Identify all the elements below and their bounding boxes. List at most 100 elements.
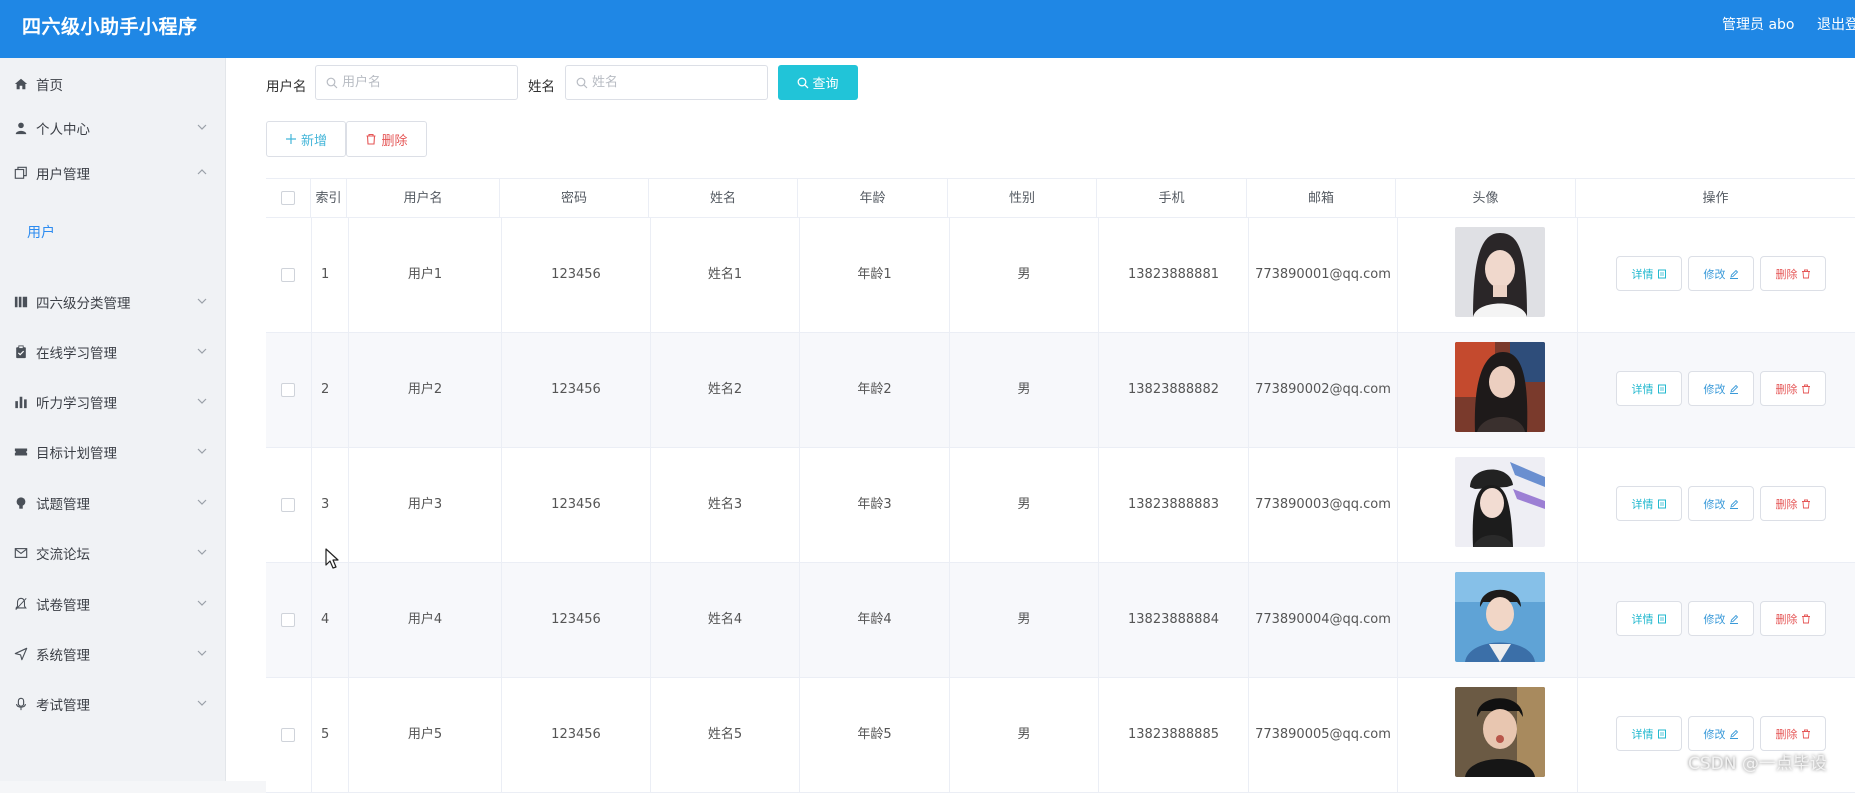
cell-username: 用户5 bbox=[349, 678, 502, 792]
detail-button[interactable]: 详情 bbox=[1616, 256, 1682, 291]
query-button[interactable]: 查询 bbox=[778, 65, 858, 100]
message-icon bbox=[13, 545, 29, 561]
cell-username: 用户2 bbox=[349, 333, 502, 447]
category-icon bbox=[13, 294, 29, 310]
username-search-box[interactable] bbox=[315, 65, 518, 100]
sidebar-item-paper-management[interactable]: 试卷管理 bbox=[0, 582, 226, 626]
pencil-icon bbox=[1729, 384, 1738, 394]
sidebar-item-question-management[interactable]: 试题管理 bbox=[0, 481, 226, 525]
row-checkbox[interactable] bbox=[281, 268, 295, 282]
detail-button[interactable]: 详情 bbox=[1616, 371, 1682, 406]
copy-icon bbox=[13, 165, 29, 181]
column-header-password: 密码 bbox=[500, 179, 649, 218]
detail-button-label: 详情 bbox=[1631, 497, 1654, 511]
sidebar-item-home[interactable]: 首页 bbox=[0, 62, 226, 106]
chevron-down-icon bbox=[197, 124, 207, 130]
row-select-cell bbox=[266, 678, 312, 792]
cell-age: 年龄3 bbox=[800, 448, 950, 562]
delete-button[interactable]: 删除 bbox=[1760, 716, 1826, 751]
cell-gender: 男 bbox=[950, 563, 1099, 677]
delete-button[interactable]: 删除 bbox=[1760, 601, 1826, 636]
sidebar-item-label: 四六级分类管理 bbox=[36, 296, 131, 312]
column-header-actions: 操作 bbox=[1702, 191, 1729, 206]
sidebar-item-goal-plan[interactable]: 目标计划管理 bbox=[0, 430, 226, 474]
trash-icon bbox=[1801, 499, 1810, 508]
avatar bbox=[1455, 227, 1545, 317]
avatar-photo-1 bbox=[1455, 227, 1545, 317]
logout-link[interactable]: 退出登 bbox=[1817, 14, 1855, 34]
delete-button[interactable]: 删除 bbox=[1760, 486, 1826, 521]
clipboard-icon bbox=[13, 344, 29, 360]
row-checkbox[interactable] bbox=[281, 498, 295, 512]
pencil-icon bbox=[1729, 729, 1738, 739]
edit-button[interactable]: 修改 bbox=[1688, 256, 1754, 291]
chevron-down-icon bbox=[197, 549, 207, 555]
top-bar: 四六级小助手小程序 管理员 abo 退出登 bbox=[0, 0, 1855, 58]
delete-button-label: 删除 bbox=[1775, 612, 1798, 626]
sidebar-item-exam-management[interactable]: 考试管理 bbox=[0, 682, 226, 726]
sidebar-item-label: 用户管理 bbox=[36, 167, 90, 183]
chevron-down-icon bbox=[197, 348, 207, 354]
avatar bbox=[1455, 342, 1545, 432]
column-header-email: 邮箱 bbox=[1247, 179, 1396, 218]
detail-button-label: 详情 bbox=[1631, 382, 1654, 396]
sidebar-subitem-users[interactable]: 用户 bbox=[27, 222, 55, 242]
cell-email: 773890004@qq.com bbox=[1249, 563, 1398, 677]
select-all-checkbox[interactable] bbox=[281, 191, 295, 205]
row-checkbox[interactable] bbox=[281, 613, 295, 627]
sidebar: 首页 个人中心 用户管理 用户 四六级分类管理 在线学习管理 听力学习管理 目标… bbox=[0, 58, 226, 781]
trash-icon bbox=[1801, 729, 1810, 738]
sidebar-item-label: 个人中心 bbox=[36, 122, 90, 138]
avatar-photo-4 bbox=[1455, 572, 1545, 662]
sidebar-item-system-management[interactable]: 系统管理 bbox=[0, 632, 226, 676]
name-search-box[interactable] bbox=[565, 65, 768, 100]
batch-delete-button[interactable]: 删除 bbox=[346, 121, 427, 157]
edit-button[interactable]: 修改 bbox=[1688, 371, 1754, 406]
column-header-avatar: 头像 bbox=[1396, 179, 1576, 218]
sidebar-item-listening-learning[interactable]: 听力学习管理 bbox=[0, 380, 226, 424]
edit-button-label: 修改 bbox=[1703, 497, 1726, 511]
sidebar-item-online-learning[interactable]: 在线学习管理 bbox=[0, 330, 226, 374]
table-row: 2 用户2 123456 姓名2 年龄2 男 13823888882 77389… bbox=[266, 333, 1855, 448]
row-select-cell bbox=[266, 218, 312, 332]
sidebar-item-personal-center[interactable]: 个人中心 bbox=[0, 106, 226, 150]
edit-button[interactable]: 修改 bbox=[1688, 486, 1754, 521]
ticket-icon bbox=[13, 444, 29, 460]
cell-email: 773890001@qq.com bbox=[1249, 218, 1398, 332]
row-checkbox[interactable] bbox=[281, 383, 295, 397]
sidebar-item-label: 试题管理 bbox=[36, 497, 90, 513]
detail-button-label: 详情 bbox=[1631, 727, 1654, 741]
detail-button[interactable]: 详情 bbox=[1616, 601, 1682, 636]
cell-phone: 13823888881 bbox=[1099, 218, 1249, 332]
row-select-cell bbox=[266, 563, 312, 677]
sidebar-item-label: 听力学习管理 bbox=[36, 396, 117, 412]
name-search-input[interactable] bbox=[592, 75, 742, 90]
app-title: 四六级小助手小程序 bbox=[22, 16, 198, 38]
chevron-down-icon bbox=[197, 398, 207, 404]
delete-button[interactable]: 删除 bbox=[1760, 371, 1826, 406]
row-select-cell bbox=[266, 448, 312, 562]
column-header-gender: 性别 bbox=[948, 179, 1097, 218]
sidebar-item-user-management[interactable]: 用户管理 bbox=[0, 151, 226, 195]
row-checkbox[interactable] bbox=[281, 728, 295, 742]
cell-username: 用户3 bbox=[349, 448, 502, 562]
username-search-input[interactable] bbox=[342, 75, 492, 90]
sidebar-item-forum[interactable]: 交流论坛 bbox=[0, 531, 226, 575]
sidebar-item-category-management[interactable]: 四六级分类管理 bbox=[0, 280, 226, 324]
detail-button[interactable]: 详情 bbox=[1616, 716, 1682, 751]
main-content: 用户名 姓名 查询 新增 删除 索引 用户名 密码 姓名 年龄 性别 手机 邮箱 bbox=[226, 58, 1855, 793]
cell-password: 123456 bbox=[502, 563, 651, 677]
delete-button-label: 删除 bbox=[1775, 382, 1798, 396]
add-button[interactable]: 新增 bbox=[266, 121, 346, 157]
chevron-up-icon bbox=[197, 169, 207, 175]
edit-button[interactable]: 修改 bbox=[1688, 716, 1754, 751]
edit-button[interactable]: 修改 bbox=[1688, 601, 1754, 636]
document-icon bbox=[1657, 729, 1666, 738]
delete-button-label: 删除 bbox=[1775, 267, 1798, 281]
delete-button[interactable]: 删除 bbox=[1760, 256, 1826, 291]
sidebar-item-label: 目标计划管理 bbox=[36, 446, 117, 462]
chevron-down-icon bbox=[197, 650, 207, 656]
chevron-down-icon bbox=[197, 448, 207, 454]
detail-button[interactable]: 详情 bbox=[1616, 486, 1682, 521]
admin-user-label: 管理员 abo bbox=[1722, 17, 1795, 33]
